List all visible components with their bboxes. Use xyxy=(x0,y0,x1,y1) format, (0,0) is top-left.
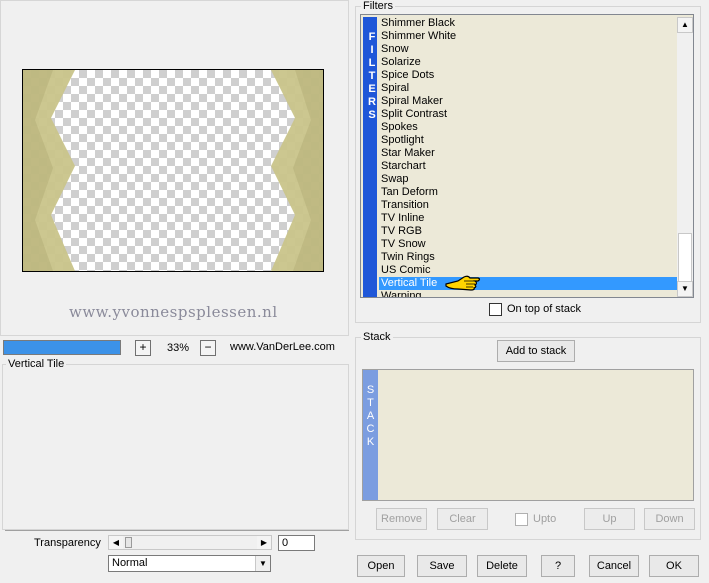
transparency-label: Transparency xyxy=(34,537,101,549)
down-button[interactable]: Down xyxy=(644,508,695,530)
up-button[interactable]: Up xyxy=(584,508,635,530)
filter-item[interactable]: Vertical Tile xyxy=(379,277,677,290)
filter-item[interactable]: Warping xyxy=(379,290,677,297)
zoom-out-button[interactable]: − xyxy=(200,340,216,356)
ok-button[interactable]: OK xyxy=(649,555,699,577)
stack-group-label: Stack xyxy=(361,331,393,343)
filter-item[interactable]: TV Snow xyxy=(379,238,677,251)
vertical-tile-preview xyxy=(23,70,323,271)
watermark: www.yvonnespsplessen.nl xyxy=(69,303,278,321)
filter-item[interactable]: Split Contrast xyxy=(379,108,677,121)
remove-button[interactable]: Remove xyxy=(376,508,427,530)
filters-stripe: FILTERS xyxy=(363,17,377,297)
filter-item[interactable]: Spokes xyxy=(379,121,677,134)
preview-pane: www.yvonnespsplessen.nl xyxy=(0,0,349,336)
website-link[interactable]: www.VanDerLee.com xyxy=(230,341,335,353)
scroll-down-icon[interactable]: ▼ xyxy=(677,281,693,297)
filters-group-label: Filters xyxy=(361,0,395,12)
preview-image xyxy=(22,69,324,272)
filter-item[interactable]: TV Inline xyxy=(379,212,677,225)
stack-stripe: STACK xyxy=(363,370,378,500)
zoom-in-button[interactable]: + xyxy=(135,340,151,356)
filter-item[interactable]: Transition xyxy=(379,199,677,212)
upto-label: Upto xyxy=(533,513,557,525)
filter-item[interactable]: US Comic xyxy=(379,264,677,277)
filter-item[interactable]: Twin Rings xyxy=(379,251,677,264)
progress-fill xyxy=(4,341,120,354)
filter-item[interactable]: Shimmer Black xyxy=(379,17,677,30)
stack-list[interactable]: STACK xyxy=(362,369,694,501)
filter-item[interactable]: Swap xyxy=(379,173,677,186)
slider-thumb[interactable] xyxy=(125,537,132,548)
filter-item[interactable]: Solarize xyxy=(379,56,677,69)
filter-item[interactable]: Spotlight xyxy=(379,134,677,147)
filter-item[interactable]: Spice Dots xyxy=(379,69,677,82)
pointing-hand-icon xyxy=(445,275,481,291)
filter-scrollbar[interactable]: ▲ ▼ xyxy=(677,17,693,297)
help-button[interactable]: ? xyxy=(541,555,575,577)
cancel-button[interactable]: Cancel xyxy=(589,555,639,577)
filter-item[interactable]: Star Maker xyxy=(379,147,677,160)
settings-group-label: Vertical Tile xyxy=(6,358,67,370)
chevron-down-icon[interactable]: ▼ xyxy=(255,556,270,571)
filter-items[interactable]: Shimmer Black Shimmer White Snow Solarize Sp… xyxy=(379,17,677,297)
open-button[interactable]: Open xyxy=(357,555,405,577)
settings-group xyxy=(2,364,349,530)
transparency-value[interactable]: 0 xyxy=(278,535,315,551)
filter-item[interactable]: Spiral Maker xyxy=(379,95,677,108)
filter-item[interactable]: Spiral xyxy=(379,82,677,95)
upto-checkbox[interactable] xyxy=(515,513,528,526)
scroll-thumb[interactable] xyxy=(678,233,692,283)
filter-item[interactable]: Starchart xyxy=(379,160,677,173)
save-button[interactable]: Save xyxy=(417,555,467,577)
filters-stripe-text: FILTERS xyxy=(368,31,376,121)
filter-list[interactable]: FILTERS Shimmer Black Shimmer White Snow So… xyxy=(360,14,694,298)
zoom-value: 33% xyxy=(166,342,190,354)
clear-button[interactable]: Clear xyxy=(437,508,488,530)
stack-stripe-text: STACK xyxy=(366,384,375,448)
on-top-checkbox[interactable] xyxy=(489,303,502,316)
progress-bar xyxy=(3,340,121,355)
slider-right-arrow-icon[interactable]: ▶ xyxy=(257,536,271,549)
delete-button[interactable]: Delete xyxy=(477,555,527,577)
filter-item[interactable]: Tan Deform xyxy=(379,186,677,199)
filter-item[interactable]: TV RGB xyxy=(379,225,677,238)
slider-left-arrow-icon[interactable]: ◀ xyxy=(109,536,123,549)
filter-item[interactable]: Shimmer White xyxy=(379,30,677,43)
blend-mode-value: Normal xyxy=(112,557,148,569)
add-to-stack-button[interactable]: Add to stack xyxy=(497,340,575,362)
on-top-label: On top of stack xyxy=(507,303,581,315)
scroll-up-icon[interactable]: ▲ xyxy=(677,17,693,33)
blend-mode-select[interactable]: Normal ▼ xyxy=(108,555,271,572)
filter-item[interactable]: Snow xyxy=(379,43,677,56)
divider xyxy=(5,530,349,531)
transparency-slider[interactable]: ◀ ▶ xyxy=(108,535,272,550)
